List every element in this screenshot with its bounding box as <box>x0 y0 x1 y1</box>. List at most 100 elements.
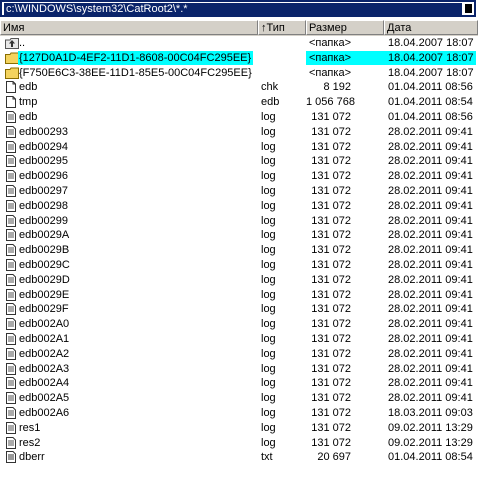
file-name: edb0029A <box>19 229 70 242</box>
column-name-header[interactable]: Имя <box>0 20 258 35</box>
column-date-header[interactable]: Дата <box>384 20 478 35</box>
file-name-cell[interactable]: res1 <box>0 421 258 435</box>
file-size: 131 072 <box>311 333 351 345</box>
file-name-cell[interactable]: edb00294 <box>0 140 258 154</box>
column-type-header[interactable]: ↑Тип <box>258 20 306 35</box>
file-name: edb00298 <box>19 199 68 212</box>
file-ext: log <box>261 229 276 242</box>
file-name: edb00294 <box>19 140 68 153</box>
file-row[interactable]: .. <папка> 18.04.2007 18:07 <box>0 36 476 50</box>
file-row[interactable]: edb chk 8 192 01.04.2011 08:56 <box>0 80 476 94</box>
file-name-cell[interactable]: {F750E6C3-38EE-11D1-85E5-00C04FC295EE} <box>0 66 258 80</box>
file-name-cell[interactable]: edb002A6 <box>0 406 258 420</box>
file-name: edb002A1 <box>19 333 70 345</box>
file-name-cell[interactable]: edb00297 <box>0 184 258 198</box>
file-name-cell[interactable]: edb00295 <box>0 154 258 168</box>
file-name-cell[interactable]: edb00299 <box>0 214 258 228</box>
file-row[interactable]: edb0029A log 131 072 28.02.2011 09:41 <box>0 228 476 242</box>
file-row[interactable]: edb00295 log 131 072 28.02.2011 09:41 <box>0 154 476 168</box>
file-row[interactable]: edb00299 log 131 072 28.02.2011 09:41 <box>0 214 476 228</box>
file-row[interactable]: edb002A4 log 131 072 28.02.2011 09:41 <box>0 376 476 390</box>
file-name-cell[interactable]: edb0029A <box>0 228 258 242</box>
file-row[interactable]: edb00294 log 131 072 28.02.2011 09:41 <box>0 140 476 154</box>
file-name-cell[interactable]: edb0029B <box>0 243 258 257</box>
file-size: 131 072 <box>311 125 351 138</box>
file-date: 28.02.2011 09:41 <box>388 140 473 153</box>
file-row[interactable]: edb0029F log 131 072 28.02.2011 09:41 <box>0 302 476 316</box>
file-name-cell[interactable]: edb0029F <box>0 302 258 316</box>
file-name-cell[interactable]: {127D0A1D-4EF2-11D1-8608-00C04FC295EE} <box>0 50 258 65</box>
scrollbar[interactable] <box>476 36 480 484</box>
file-name-cell[interactable]: edb002A0 <box>0 317 258 331</box>
file-row[interactable]: edb0029C log 131 072 28.02.2011 09:41 <box>0 258 476 272</box>
file-size: 131 072 <box>311 303 351 316</box>
file-row[interactable]: edb0029B log 131 072 28.02.2011 09:41 <box>0 243 476 257</box>
file-name-cell[interactable]: edb00296 <box>0 169 258 183</box>
log-icon <box>5 244 17 257</box>
file-ext: log <box>261 377 276 390</box>
file-row[interactable]: edb00293 log 131 072 28.02.2011 09:41 <box>0 125 476 139</box>
current-path[interactable]: c:\WINDOWS\system32\CatRoot2\*.* <box>4 3 462 16</box>
file-name-cell[interactable]: edb0029C <box>0 258 258 272</box>
file-name-cell[interactable]: edb <box>0 110 258 124</box>
file-list[interactable]: .. <папка> 18.04.2007 18:07 {127D0A1D-4EF2-… <box>0 36 478 484</box>
path-bar[interactable]: c:\WINDOWS\system32\CatRoot2\*.* <box>0 0 476 17</box>
file-name: edb00297 <box>19 185 68 197</box>
file-date: 18.04.2007 18:07 <box>384 50 476 65</box>
file-name-cell[interactable]: edb0029D <box>0 273 258 287</box>
file-name-cell[interactable]: edb002A4 <box>0 376 258 390</box>
file-ext <box>258 51 306 65</box>
file-name: edb00295 <box>19 155 68 168</box>
file-row[interactable]: edb002A3 log 131 072 28.02.2011 09:41 <box>0 362 476 376</box>
file-date: 28.02.2011 09:41 <box>388 199 473 212</box>
file-name: edb002A6 <box>19 407 70 419</box>
file-row[interactable]: edb00298 log 131 072 28.02.2011 09:41 <box>0 199 476 213</box>
file-row[interactable]: edb002A0 log 131 072 28.02.2011 09:41 <box>0 317 476 331</box>
file-date: 01.04.2011 08:56 <box>388 81 473 94</box>
file-date: 28.02.2011 09:41 <box>388 273 473 286</box>
file-name-cell[interactable]: edb002A2 <box>0 347 258 361</box>
file-row[interactable]: edb002A6 log 131 072 18.03.2011 09:03 <box>0 406 476 420</box>
file-name-cell[interactable]: .. <box>0 36 258 50</box>
file-row[interactable]: edb00296 log 131 072 28.02.2011 09:41 <box>0 169 476 183</box>
log-icon <box>5 214 17 227</box>
file-name: edb0029C <box>19 259 70 271</box>
file-row[interactable]: res2 log 131 072 09.02.2011 13:29 <box>0 436 476 450</box>
file-size: 131 072 <box>311 244 351 257</box>
file-row[interactable]: edb log 131 072 01.04.2011 08:56 <box>0 110 476 124</box>
column-size-header[interactable]: Размер <box>306 20 384 35</box>
file-name-cell[interactable]: dberr <box>0 450 258 464</box>
file-ext: log <box>261 436 276 449</box>
file-row[interactable]: edb00297 log 131 072 28.02.2011 09:41 <box>0 184 476 198</box>
file-date: 28.02.2011 09:41 <box>388 288 473 301</box>
log-icon <box>5 273 17 286</box>
file-name: tmp <box>19 96 38 109</box>
file-row[interactable]: edb002A5 log 131 072 28.02.2011 09:41 <box>0 391 476 405</box>
file-name-cell[interactable]: res2 <box>0 436 258 450</box>
file-row[interactable]: dberr txt 20 697 01.04.2011 08:54 <box>0 450 476 464</box>
file-name-cell[interactable]: edb002A1 <box>0 332 258 346</box>
file-name-cell[interactable]: edb002A5 <box>0 391 258 405</box>
file-row[interactable]: tmp edb 1 056 768 01.04.2011 08:54 <box>0 95 476 109</box>
file-name-cell[interactable]: edb00293 <box>0 125 258 139</box>
file-row[interactable]: res1 log 131 072 09.02.2011 13:29 <box>0 421 476 435</box>
file-ext: log <box>261 244 276 257</box>
file-size: 131 072 <box>311 155 351 168</box>
file-name-cell[interactable]: edb0029E <box>0 288 258 302</box>
file-row[interactable]: edb002A1 log 131 072 28.02.2011 09:41 <box>0 332 476 346</box>
file-row[interactable]: edb0029D log 131 072 28.02.2011 09:41 <box>0 273 476 287</box>
folder-icon <box>5 52 19 64</box>
file-name-cell[interactable]: edb <box>0 80 258 94</box>
file-name-cell[interactable]: edb002A3 <box>0 362 258 376</box>
file-row-selected[interactable]: {127D0A1D-4EF2-11D1-8608-00C04FC295EE} <п… <box>0 50 476 65</box>
file-date: 28.02.2011 09:41 <box>388 229 473 242</box>
file-name-cell[interactable]: edb00298 <box>0 199 258 213</box>
file-size: 131 072 <box>311 229 351 242</box>
log-icon <box>5 170 17 183</box>
log-icon <box>5 303 17 316</box>
file-name-cell[interactable]: tmp <box>0 95 258 109</box>
file-row[interactable]: edb0029E log 131 072 28.02.2011 09:41 <box>0 288 476 302</box>
file-size: <папка> <box>308 37 351 49</box>
file-row[interactable]: edb002A2 log 131 072 28.02.2011 09:41 <box>0 347 476 361</box>
file-row[interactable]: {F750E6C3-38EE-11D1-85E5-00C04FC295EE} <п… <box>0 66 476 80</box>
